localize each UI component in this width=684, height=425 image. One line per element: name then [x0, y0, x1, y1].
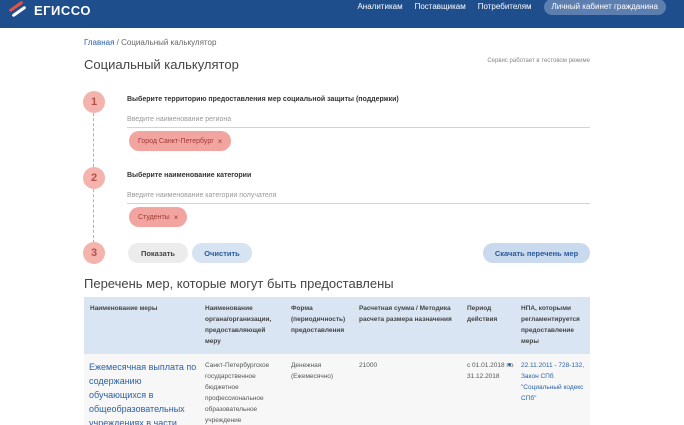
step-1-number: 1	[83, 91, 105, 113]
column-header-organization: Наименование органа/организации, предост…	[205, 305, 272, 345]
nav-citizen-cabinet[interactable]: Личный кабинет гражданина	[543, 0, 666, 15]
bullet-icon	[508, 363, 511, 366]
top-header: ЕГИССО Аналитикам Поставщикам Потребител…	[0, 0, 684, 28]
main-nav: Аналитикам Поставщикам Потребителям Личн…	[357, 0, 666, 15]
organization-cell: Санкт-Петербургское государственное бюдж…	[205, 362, 270, 424]
region-input[interactable]: Введите наименование региона	[127, 116, 590, 128]
breadcrumb-home[interactable]: Главная	[84, 38, 114, 47]
step-3-number: 3	[83, 242, 105, 264]
close-icon[interactable]: ×	[174, 213, 179, 222]
category-input[interactable]: Введите наименование категории получател…	[127, 192, 590, 204]
breadcrumb: Главная / Социальный калькулятор	[84, 38, 216, 47]
column-header-measure: Наименование меры	[90, 305, 158, 312]
column-header-period: Период действия	[467, 305, 498, 323]
page-title: Социальный калькулятор	[84, 57, 239, 72]
close-icon[interactable]: ×	[218, 137, 223, 146]
test-mode-note: Сервис работает в тестовом режиме	[487, 58, 590, 64]
step-1-title: Выберите территорию предоставления мер с…	[127, 96, 399, 103]
clear-button[interactable]: Очистить	[192, 243, 252, 263]
column-header-form: Форма (периодичность) предоставления	[291, 305, 346, 334]
category-chip-label: Студенты	[138, 213, 170, 221]
region-chip-label: Город Санкт-Петербург	[138, 137, 214, 145]
nav-consumers[interactable]: Потребителям	[478, 0, 532, 14]
table-row: Ежемесячная выплата по содержанию обучаю…	[84, 354, 590, 425]
npa-link[interactable]: 22.11.2011 - 728-132, Закон СПб "Социаль…	[521, 360, 587, 404]
measure-name-link[interactable]: Ежемесячная выплата по содержанию обучаю…	[89, 360, 201, 425]
nav-providers[interactable]: Поставщикам	[415, 0, 466, 14]
breadcrumb-current: Социальный калькулятор	[121, 38, 217, 47]
show-button[interactable]: Показать	[128, 243, 188, 263]
form-cell: Денежная (Ежемесячно)	[291, 362, 334, 380]
sum-cell: 21000	[359, 362, 378, 369]
results-title: Перечень мер, которые могут быть предост…	[84, 276, 394, 291]
column-header-sum: Расчетная сумма / Методика расчета разме…	[359, 305, 452, 323]
step-2-title: Выберите наименование категории	[127, 172, 252, 179]
column-header-npa: НПА, которыми регламентируется предостав…	[521, 305, 580, 345]
logo-mark-icon	[8, 0, 28, 18]
download-list-button[interactable]: Скачать перечень мер	[483, 243, 590, 263]
category-chip[interactable]: Студенты ×	[129, 207, 188, 227]
logo-text: ЕГИССО	[34, 2, 91, 18]
step-2-number: 2	[83, 167, 105, 189]
results-table-header: Наименование меры Наименование органа/ор…	[84, 297, 590, 354]
region-chip[interactable]: Город Санкт-Петербург ×	[129, 131, 232, 151]
nav-analysts[interactable]: Аналитикам	[357, 0, 402, 14]
logo[interactable]: ЕГИССО	[8, 0, 91, 18]
